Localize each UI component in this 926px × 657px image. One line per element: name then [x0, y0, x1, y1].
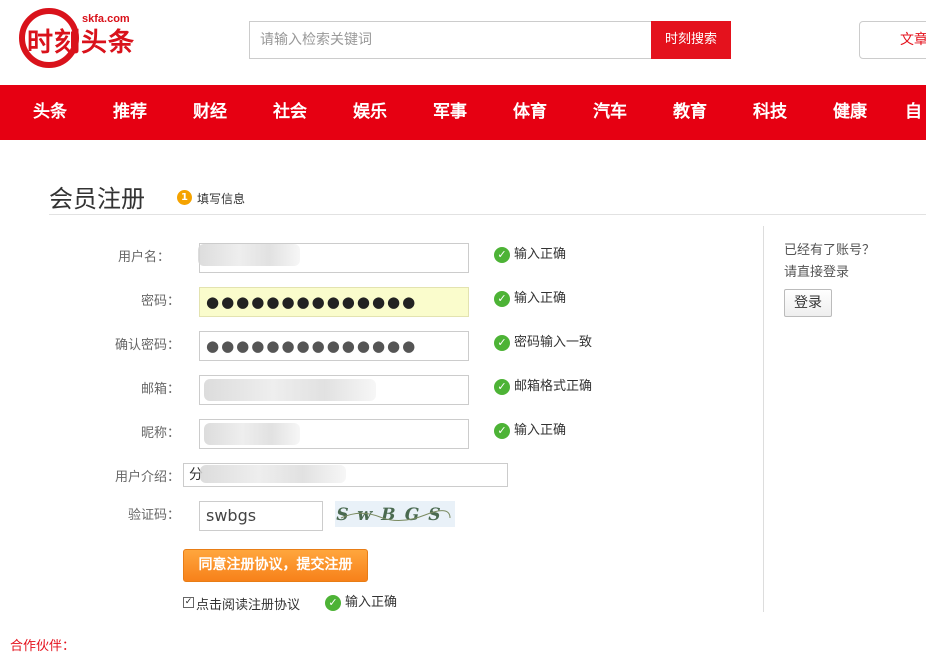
title-divider	[49, 214, 926, 215]
agree-label[interactable]: 点击阅读注册协议	[196, 594, 300, 613]
agree-status: ✓ 输入正确	[325, 595, 397, 611]
username-status: ✓ 输入正确	[494, 247, 566, 263]
step-label: 填写信息	[197, 192, 246, 206]
panel-divider	[763, 226, 764, 612]
nav-item-junshi[interactable]: 军事	[433, 85, 467, 140]
search-button[interactable]: 时刻搜索	[651, 21, 731, 59]
confirm-status-text: 密码输入一致	[514, 335, 593, 350]
check-icon: ✓	[494, 291, 510, 307]
main-nav: 头条 推荐 财经 社会 娱乐 军事 体育 汽车 教育 科技 健康 自媒	[0, 85, 926, 140]
nav-item-caijing[interactable]: 财经	[193, 85, 227, 140]
captcha-graphic: SwBGS	[335, 505, 451, 525]
nav-item-shehui[interactable]: 社会	[273, 85, 307, 140]
logo-domain: skfa.com	[82, 13, 130, 25]
step-badge: 1	[177, 190, 192, 205]
nav-item-yule[interactable]: 娱乐	[353, 85, 387, 140]
check-icon: ✓	[494, 247, 510, 263]
page-title: 会员注册	[49, 185, 145, 213]
confirm-status: ✓ 密码输入一致	[494, 335, 592, 351]
nav-item-zimei[interactable]: 自媒	[905, 85, 926, 140]
check-icon: ✓	[494, 423, 510, 439]
username-label: 用户名：	[117, 250, 170, 265]
login-button[interactable]: 登录	[784, 289, 832, 317]
partners-label: 合作伙伴：	[10, 639, 76, 654]
confirm-password-mask: ●●●●●●●●●●●●●●	[206, 337, 418, 355]
nav-item-qiche[interactable]: 汽车	[593, 85, 627, 140]
username-redacted	[198, 244, 300, 266]
password-status: ✓ 输入正确	[494, 291, 566, 307]
username-status-text: 输入正确	[514, 247, 567, 262]
email-redacted	[204, 379, 376, 401]
intro-label: 用户介绍：	[114, 470, 180, 485]
password-status-text: 输入正确	[514, 291, 567, 306]
captcha-graphic-text: SwBGS	[335, 505, 451, 525]
captcha-input[interactable]: swbgs	[199, 501, 323, 531]
nav-item-jiankang[interactable]: 健康	[833, 85, 867, 140]
check-icon: ✓	[494, 379, 510, 395]
nav-item-tuijian[interactable]: 推荐	[113, 85, 147, 140]
site-logo[interactable]: 时刻头条 skfa.com	[19, 8, 149, 72]
submit-register-button[interactable]: 同意注册协议，提交注册	[183, 549, 368, 582]
nav-item-tiyu[interactable]: 体育	[513, 85, 547, 140]
nickname-label: 昵称：	[140, 426, 180, 441]
check-icon: ✓	[494, 335, 510, 351]
agree-status-text: 输入正确	[345, 595, 398, 610]
article-button[interactable]: 文章	[859, 21, 926, 59]
email-status-text: 邮箱格式正确	[514, 379, 593, 394]
nickname-status-text: 输入正确	[514, 423, 567, 438]
nav-item-toutiao[interactable]: 头条	[33, 85, 67, 140]
login-directly-text: 请直接登录	[784, 265, 850, 280]
password-mask: ●●●●●●●●●●●●●●	[206, 293, 418, 311]
captcha-label: 验证码：	[127, 508, 180, 523]
email-status: ✓ 邮箱格式正确	[494, 379, 592, 395]
have-account-text: 已经有了账号？	[784, 243, 876, 258]
agree-checkbox[interactable]: ✓	[183, 597, 194, 608]
logo-text: 时刻头条	[27, 28, 136, 58]
nav-item-keji[interactable]: 科技	[753, 85, 787, 140]
password-input[interactable]: ●●●●●●●●●●●●●●	[199, 287, 469, 317]
intro-redacted	[200, 465, 346, 483]
nickname-status: ✓ 输入正确	[494, 423, 566, 439]
captcha-image[interactable]: SwBGS	[335, 501, 455, 527]
confirm-password-input[interactable]: ●●●●●●●●●●●●●●	[199, 331, 469, 361]
search-input[interactable]: 请输入检索关键词	[249, 21, 651, 59]
confirm-password-label: 确认密码：	[114, 338, 180, 353]
nickname-redacted	[204, 423, 300, 445]
email-label: 邮箱：	[140, 382, 180, 397]
nav-item-jiaoyu[interactable]: 教育	[673, 85, 707, 140]
password-label: 密码：	[140, 294, 180, 309]
check-icon: ✓	[325, 595, 341, 611]
